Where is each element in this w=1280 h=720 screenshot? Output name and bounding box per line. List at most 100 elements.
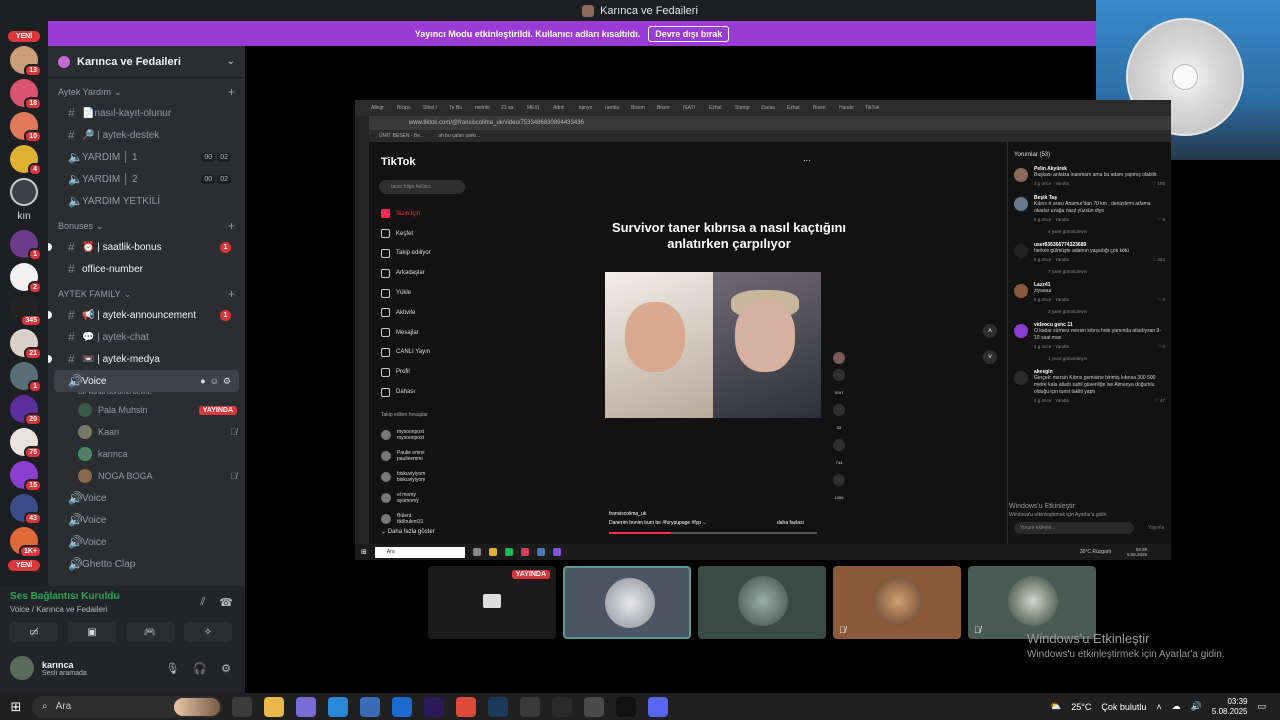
file-explorer-icon[interactable] xyxy=(264,696,284,717)
nav-upload[interactable]: Yükle xyxy=(381,283,431,303)
camera-button[interactable]: ▭̸ xyxy=(10,622,58,642)
video-progress[interactable] xyxy=(609,532,817,534)
server-icon[interactable]: 1 xyxy=(10,230,42,261)
add-channel-icon[interactable]: + xyxy=(228,287,235,301)
guild-header[interactable]: Karınca ve Fedaileri ⌄ xyxy=(48,46,245,78)
server-icon[interactable]: 18 xyxy=(10,79,42,110)
participant-tile-selected[interactable] xyxy=(563,566,691,639)
user-area[interactable]: karınca Sesli aramada xyxy=(10,656,87,680)
voice-user[interactable]: Pala Muhsin YAYINDA xyxy=(48,399,245,421)
server-icon[interactable]: 21 xyxy=(10,329,42,360)
participant-tile[interactable]: 🎙̸ xyxy=(968,566,1096,639)
nav-more[interactable]: Dahası xyxy=(381,382,431,402)
server-icon[interactable]: 20 xyxy=(10,395,42,426)
save-button[interactable]: 744 xyxy=(829,439,849,469)
epic-games-icon[interactable] xyxy=(616,696,636,717)
channel-yardim-2[interactable]: 🔈 YARDIM │ 2 00 02 xyxy=(54,168,239,190)
comment[interactable]: Pelin Akyürek Başkası anlatsa inanmam ama… xyxy=(1008,164,1171,189)
nav-profile[interactable]: Profil xyxy=(381,362,431,382)
caption-more-link[interactable]: daha fazlası xyxy=(777,520,804,526)
show-more-link[interactable]: ⌄ Daha fazla göster xyxy=(381,528,435,535)
store-icon[interactable] xyxy=(360,696,380,717)
channel-ghetto-clap[interactable]: 🔊 Ghetto Clap xyxy=(54,553,239,575)
inner-search[interactable]: Ara xyxy=(374,546,465,558)
gear-icon[interactable]: ⚙ xyxy=(223,376,231,387)
app-icon[interactable] xyxy=(520,696,540,717)
address-bar[interactable]: www.tiktok.com/@fransiscolima_uk/video/7… xyxy=(369,116,1171,130)
following-account[interactable]: biskuviyiyom biskuviyiyom xyxy=(381,466,425,487)
nav-for-you[interactable]: Sizin İçin xyxy=(381,204,431,224)
following-account[interactable]: Paulie emmi paulieemmi xyxy=(381,445,425,466)
channel-yetkili[interactable]: 🔈 YARDIM YETKİLİ xyxy=(54,190,239,212)
headphones-icon[interactable]: 🎧 xyxy=(193,662,207,675)
channel-voice-2[interactable]: 🔊 Voice xyxy=(54,487,239,509)
comment[interactable]: user836366774323689 herkes gülmüşte adamı… xyxy=(1008,240,1171,276)
copilot-icon[interactable] xyxy=(296,696,316,717)
app-icon[interactable] xyxy=(552,696,572,717)
category-bonuses[interactable]: Bonuses ⌄ + xyxy=(48,216,245,236)
server-icon[interactable]: 2 xyxy=(10,263,42,294)
channel-yardim-1[interactable]: 🔈 YARDIM │ 1 00 02 xyxy=(54,146,239,168)
windows-start-icon[interactable]: ⊞ xyxy=(0,699,32,715)
chevron-up-icon[interactable]: ˄ xyxy=(983,324,997,338)
app-icon[interactable] xyxy=(584,696,604,717)
add-member-icon[interactable]: ☺ xyxy=(210,376,219,387)
chrome-icon[interactable] xyxy=(456,696,476,717)
comment[interactable]: akesgin Gerçek: mersin Kıbrıs gemisine bi… xyxy=(1008,367,1171,406)
clock[interactable]: 03:39 5.08.2025 xyxy=(1212,697,1248,717)
server-icon[interactable]: 4 xyxy=(10,145,42,176)
server-icon[interactable]: 1 xyxy=(10,362,42,393)
task-view-icon[interactable] xyxy=(232,696,252,717)
server-icon[interactable]: 345 xyxy=(10,296,42,327)
new-pill-bottom[interactable]: YENİ xyxy=(8,560,40,571)
voice-user[interactable]: Kaan 🎙̸ xyxy=(48,421,245,443)
chevron-down-icon[interactable]: ˅ xyxy=(983,350,997,364)
voice-location[interactable]: Voice / Karınca ve Fedaileri xyxy=(10,605,107,614)
weather-icon[interactable]: ⛅ xyxy=(1050,701,1061,712)
channel-voice-active[interactable]: 🔊 Voice ● ☺ ⚙ xyxy=(54,370,239,392)
activities-button[interactable]: 🎮 xyxy=(126,622,174,642)
channel-announcement[interactable]: # 📢 | aytek-announcement 1 xyxy=(48,304,239,326)
gear-icon[interactable]: ⚙ xyxy=(221,662,231,675)
taskbar-search[interactable]: ⌕ Ara xyxy=(32,695,222,718)
participant-tile-stream[interactable]: YAYINDA xyxy=(428,566,556,639)
weather-temp[interactable]: 25°C xyxy=(1071,702,1091,712)
following-account[interactable]: Bülent tikilbulent31 xyxy=(381,508,425,529)
creator-avatar[interactable] xyxy=(829,352,849,364)
server-text-item[interactable]: kın xyxy=(0,211,48,222)
soundboard-button[interactable]: ✧ xyxy=(184,622,232,642)
server-icon[interactable]: 1K+ xyxy=(10,527,42,558)
category-aytek-family[interactable]: AYTEK FAMILY ⌄ + xyxy=(48,284,245,304)
noise-suppression-icon[interactable]: ⫽ xyxy=(200,596,205,609)
video-player[interactable] xyxy=(605,272,821,418)
steam-icon[interactable] xyxy=(488,696,508,717)
screen-share-button[interactable]: ▣ xyxy=(68,622,116,642)
voice-connection-status[interactable]: Ses Bağlantısı Kuruldu xyxy=(10,591,119,602)
comment[interactable]: Lazz41 ziyaaaa 5 g önce · Yanıtla ♡ 33 yanı… xyxy=(1008,280,1171,316)
server-icon[interactable] xyxy=(10,178,38,206)
chevron-down-icon[interactable]: ⌄ xyxy=(227,56,235,67)
outlook-icon[interactable] xyxy=(392,696,412,717)
channel-kayit[interactable]: # 📄nasıl-kayıt-olunur xyxy=(54,102,239,124)
nav-friends[interactable]: Arkadaşlar xyxy=(381,263,431,283)
premiere-icon[interactable] xyxy=(424,696,444,717)
server-icon[interactable]: 10 xyxy=(10,112,42,143)
nav-following[interactable]: Takip ediliyor xyxy=(381,244,431,264)
following-account[interactable]: el momy ayomomy xyxy=(381,487,425,508)
disconnect-icon[interactable]: ☎ xyxy=(219,596,233,609)
notification-icon[interactable]: ▭ xyxy=(1257,701,1266,712)
nav-activity[interactable]: Aktivite xyxy=(381,303,431,323)
post-comment-button[interactable]: Yayınla xyxy=(1148,525,1164,531)
category-aytek-yardim[interactable]: Aytek Yardım ⌄ + xyxy=(48,82,245,102)
server-icon[interactable]: 13 xyxy=(10,46,42,77)
chat-bubble-icon[interactable]: ● xyxy=(200,376,205,387)
share-button[interactable]: 1265 xyxy=(829,474,849,504)
add-channel-icon[interactable]: + xyxy=(228,85,235,99)
discord-icon[interactable] xyxy=(648,696,668,717)
tiktok-search-input[interactable]: taner bilge hellacı xyxy=(379,180,465,194)
add-channel-icon[interactable]: + xyxy=(228,219,235,233)
participant-tile[interactable] xyxy=(698,566,826,639)
new-pill-top[interactable]: YENİ xyxy=(8,31,40,42)
comment[interactable]: videocu genc 11 O kadar sürmez mersin kıb… xyxy=(1008,320,1171,363)
network-icon[interactable]: ☁ xyxy=(1172,701,1181,712)
